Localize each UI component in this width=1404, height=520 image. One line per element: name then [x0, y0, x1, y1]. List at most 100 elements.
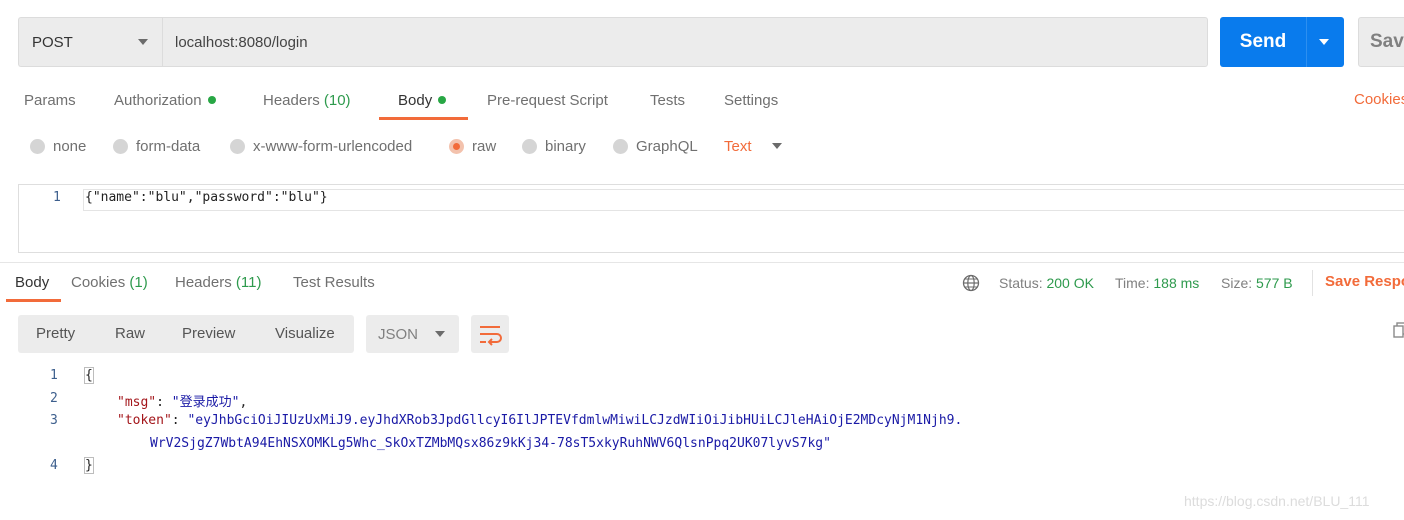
tab-params-label: Params [24, 92, 76, 109]
json-string-continued: WrV2SjgZ7WbtA94EhNSXOMKLg5Whc_SkOxTZMbMQ… [150, 436, 831, 451]
code-line: {"name":"blu","password":"blu"} [85, 190, 328, 205]
radio-graphql-label: GraphQL [636, 137, 698, 155]
json-key: "msg" [117, 395, 157, 410]
cookies-link[interactable]: Cookies [1354, 91, 1404, 108]
tab-tests-label: Tests [650, 92, 686, 109]
tab-pre-request-label: Pre-request Script [487, 92, 608, 109]
tab-body-label: Body [398, 92, 433, 109]
json-line-token: "token": "eyJhbGciOiJIUzUxMiJ9.eyJhdXRob… [117, 413, 963, 428]
radio-form-data[interactable]: form-data [113, 136, 200, 156]
radio-binary-label: binary [545, 137, 586, 155]
json-close-brace: } [84, 457, 94, 474]
raw-format-select[interactable]: Text [724, 136, 782, 156]
tab-authorization-label: Authorization [114, 92, 202, 109]
request-body-editor[interactable]: 1 {"name":"blu","password":"blu"} [18, 184, 1404, 253]
response-tab-test-results-label: Test Results [293, 274, 375, 291]
response-tab-test-results[interactable]: Test Results [293, 273, 375, 293]
line-number: 1 [53, 190, 61, 205]
tab-headers-label: Headers [263, 92, 320, 109]
copy-icon[interactable] [1393, 322, 1404, 338]
save-label: Save [1370, 31, 1404, 52]
line-number: 2 [50, 391, 58, 406]
radio-circle-icon [113, 138, 128, 154]
view-pretty-button[interactable]: Pretty [36, 315, 75, 353]
json-key: "token" [117, 413, 172, 428]
save-response-button[interactable]: Save Response [1325, 273, 1404, 290]
chevron-down-icon [138, 39, 148, 45]
json-line-msg: "msg": "登录成功", [117, 395, 248, 410]
response-tab-cookies-label: Cookies [71, 274, 126, 291]
tab-headers-count: (10) [323, 92, 351, 109]
active-tab-indicator [6, 299, 61, 302]
view-mode-group: Pretty Raw Preview Visualize [18, 315, 354, 353]
send-options-chevron-icon[interactable] [1319, 39, 1329, 45]
response-tab-body-label: Body [15, 274, 50, 291]
globe-icon[interactable] [962, 274, 980, 292]
active-tab-indicator [379, 117, 468, 120]
line-number: 1 [50, 368, 58, 383]
json-open-brace: { [84, 367, 94, 384]
response-format-label: JSON [378, 325, 419, 343]
radio-urlencoded[interactable]: x-www-form-urlencoded [230, 136, 412, 156]
line-number: 3 [50, 413, 58, 428]
chevron-down-icon [771, 143, 782, 149]
radio-urlencoded-label: x-www-form-urlencoded [253, 137, 413, 155]
section-divider [0, 262, 1404, 263]
view-preview-button[interactable]: Preview [182, 315, 235, 353]
response-tab-body[interactable]: Body [15, 273, 49, 293]
size-info: Size: 577 B [1221, 273, 1293, 293]
chevron-down-icon [435, 331, 446, 337]
size-value: 577 B [1256, 275, 1293, 291]
json-string: "eyJhbGciOiJIUzUxMiJ9.eyJhdXRob3JpdGllcy… [187, 413, 963, 428]
radio-none-label: none [53, 137, 87, 155]
send-button[interactable]: Send [1220, 17, 1344, 67]
radio-form-data-label: form-data [136, 137, 201, 155]
meta-divider [1312, 270, 1313, 296]
line-number: 4 [50, 458, 58, 473]
response-body-viewer[interactable]: 1 2 3 4 { "msg": "登录成功", "token": "eyJhb… [0, 365, 1404, 490]
wrap-lines-icon [480, 326, 502, 346]
tab-settings-label: Settings [724, 92, 779, 109]
radio-none[interactable]: none [30, 136, 86, 156]
radio-circle-icon [613, 138, 628, 154]
tab-tests[interactable]: Tests [650, 91, 685, 111]
tab-headers[interactable]: Headers (10) [263, 91, 351, 111]
response-tab-cookies-count: (1) [129, 274, 148, 291]
save-button[interactable]: Save [1358, 17, 1404, 67]
status-dot-icon [438, 96, 447, 105]
radio-circle-icon [230, 138, 245, 154]
response-format-select[interactable]: JSON [366, 315, 459, 353]
radio-graphql[interactable]: GraphQL [613, 136, 698, 156]
watermark: https://blog.csdn.net/BLU_111 [1184, 493, 1370, 509]
status-label: Status: [999, 275, 1043, 291]
view-raw-button[interactable]: Raw [115, 315, 145, 353]
tab-settings[interactable]: Settings [724, 91, 778, 111]
view-visualize-button[interactable]: Visualize [275, 315, 335, 353]
time-value: 188 ms [1153, 275, 1200, 291]
size-label: Size: [1221, 275, 1253, 291]
status-info: Status: 200 OK [999, 273, 1094, 293]
time-info: Time: 188 ms [1115, 273, 1199, 293]
url-input[interactable]: localhost:8080/login [162, 17, 1208, 67]
response-tab-headers-label: Headers [175, 274, 232, 291]
url-text: localhost:8080/login [175, 33, 308, 51]
send-divider [1306, 17, 1307, 67]
radio-circle-icon [522, 138, 537, 154]
method-label: POST [32, 33, 73, 51]
method-select[interactable]: POST [18, 17, 162, 67]
tab-params[interactable]: Params [24, 91, 76, 111]
response-tab-headers[interactable]: Headers (11) [175, 273, 261, 293]
send-label: Send [1239, 31, 1287, 52]
wrap-lines-button[interactable] [471, 315, 509, 353]
response-tab-cookies[interactable]: Cookies (1) [71, 273, 148, 293]
radio-checked-icon [449, 138, 464, 154]
tab-pre-request-script[interactable]: Pre-request Script [487, 91, 608, 111]
radio-circle-icon [30, 138, 45, 154]
status-value: 200 OK [1046, 275, 1094, 291]
tab-body[interactable]: Body [398, 91, 447, 111]
radio-binary[interactable]: binary [522, 136, 586, 156]
radio-raw[interactable]: raw [449, 136, 496, 156]
tab-authorization[interactable]: Authorization [114, 91, 216, 111]
radio-raw-label: raw [472, 137, 497, 155]
raw-format-label: Text [724, 137, 752, 155]
